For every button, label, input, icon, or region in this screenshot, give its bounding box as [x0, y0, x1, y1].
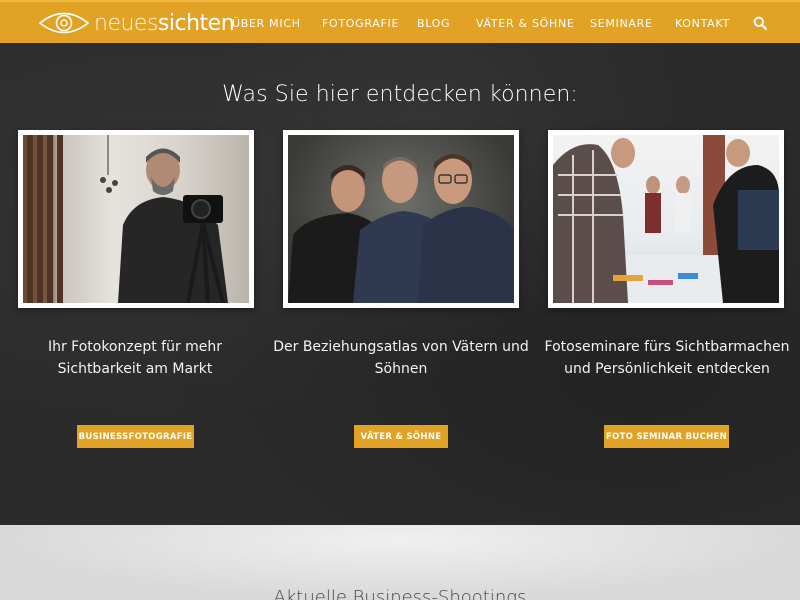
seminar-photo: [553, 135, 779, 303]
nav-item-vaeter-und-soehne[interactable]: VÄTER & SÖHNE: [476, 17, 575, 30]
nav-item-ueber-mich[interactable]: ÜBER MICH: [232, 17, 301, 30]
card-image-fathers-sons[interactable]: [283, 130, 519, 308]
nav-item-fotografie[interactable]: FOTOGRAFIE: [322, 17, 399, 30]
site-logo[interactable]: neuessichten: [38, 8, 235, 38]
card-image-seminar[interactable]: [548, 130, 784, 308]
fathers-and-sons-photo: [288, 135, 514, 303]
logo-text: neuessichten: [94, 10, 235, 36]
eye-logo-icon: [38, 12, 90, 34]
nav-item-kontakt[interactable]: KONTAKT: [675, 17, 730, 30]
card-text-seminar: Fotoseminare fürs Sichtbarmachen und Per…: [544, 339, 790, 377]
card-text-fathers-sons: Der Beziehungsatlas von Vätern und Söhne…: [273, 339, 529, 377]
logo-text-part2: sichten: [157, 10, 235, 36]
top-navigation-bar: neuessichten ÜBER MICH FOTOGRAFIE BLOG V…: [0, 0, 800, 43]
vaeter-soehne-button[interactable]: VÄTER & SÖHNE: [354, 425, 448, 448]
business-shootings-title: Aktuelle Business-Shootings: [273, 587, 527, 600]
nav-item-blog[interactable]: BLOG: [417, 17, 450, 30]
nav-item-seminare[interactable]: SEMINARE: [590, 17, 653, 30]
logo-text-part1: neues: [94, 10, 158, 36]
photographer-photo: [23, 135, 249, 303]
card-image-business[interactable]: [18, 130, 254, 308]
section-title: Was Sie hier entdecken können:: [222, 82, 578, 107]
search-icon[interactable]: [753, 16, 767, 30]
card-text-business: Ihr Fotokonzept für mehr Sichtbarkeit am…: [47, 339, 223, 377]
businessfotografie-button[interactable]: BUSINESSFOTOGRAFIE: [77, 425, 194, 448]
foto-seminar-buchen-button[interactable]: FOTO SEMINAR BUCHEN: [604, 425, 729, 448]
